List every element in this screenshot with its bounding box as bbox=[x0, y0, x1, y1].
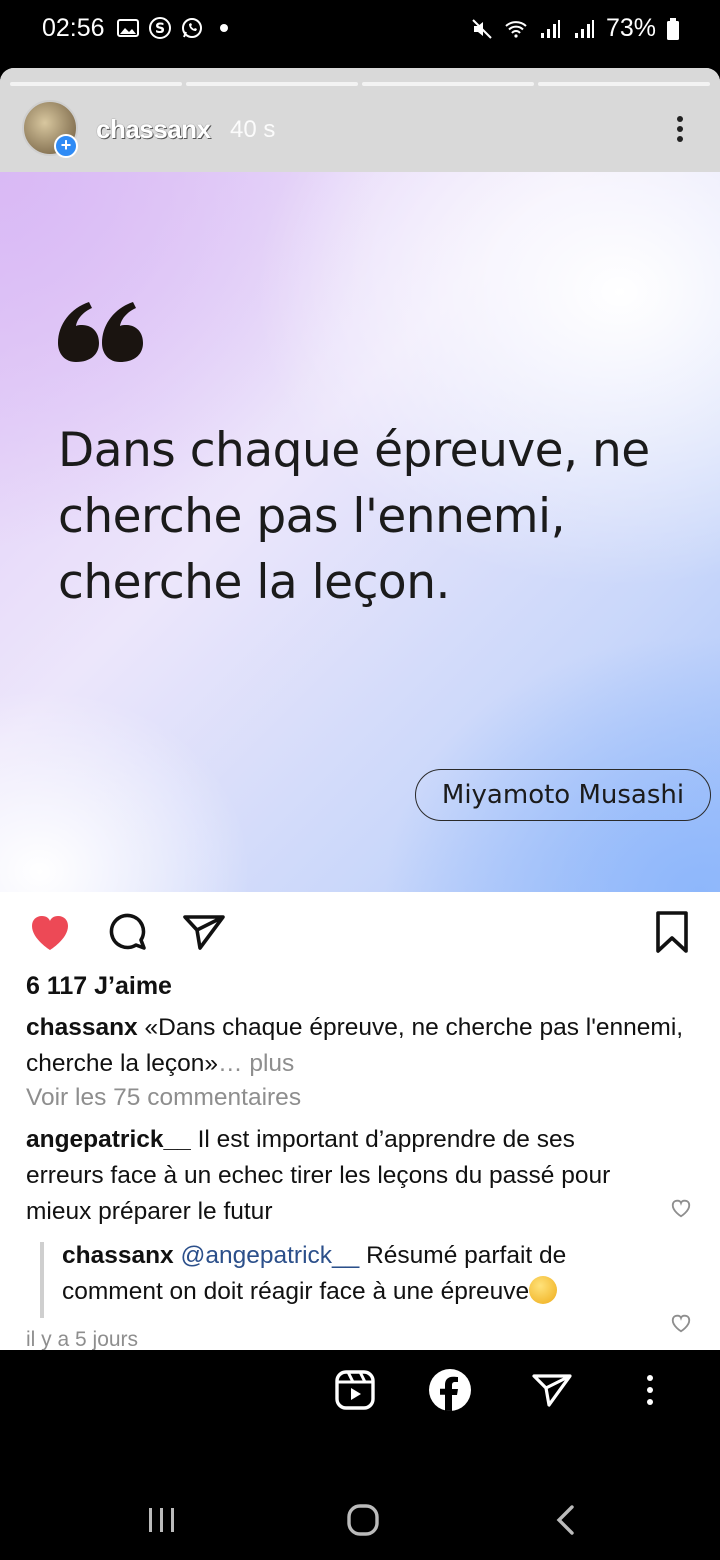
quote-author: Miyamoto Musashi bbox=[415, 769, 711, 821]
more-options-icon[interactable] bbox=[670, 114, 690, 144]
facebook-icon[interactable] bbox=[428, 1368, 472, 1412]
gallery-icon bbox=[117, 19, 139, 37]
progress-segment bbox=[362, 82, 534, 86]
quote-mark-icon bbox=[58, 302, 143, 362]
post-image[interactable]: Dans chaque épreuve, ne cherche pas l'en… bbox=[0, 172, 720, 892]
post-actions bbox=[0, 908, 720, 958]
quote-text: Dans chaque épreuve, ne cherche pas l'en… bbox=[58, 423, 650, 610]
post-details: 6 117 J’aime chassanx «Dans chaque épreu… bbox=[0, 892, 720, 1350]
post-caption[interactable]: chassanx «Dans chaque épreuve, ne cherch… bbox=[26, 1010, 706, 1082]
system-icons: 73% bbox=[470, 14, 680, 43]
comment-icon[interactable] bbox=[104, 908, 152, 956]
caption-username[interactable]: chassanx bbox=[26, 1014, 138, 1041]
add-story-icon[interactable]: + bbox=[54, 134, 78, 158]
mute-icon bbox=[472, 18, 492, 39]
comment-username[interactable]: angepatrick__ bbox=[26, 1126, 191, 1153]
story-username[interactable]: chassanx bbox=[96, 114, 211, 145]
status-time: 02:56 bbox=[42, 14, 105, 42]
comment-item: angepatrick__ Il est important d’apprend… bbox=[26, 1122, 656, 1230]
progress-segment bbox=[538, 82, 710, 86]
signal-icon bbox=[574, 19, 594, 38]
like-heart-icon[interactable] bbox=[26, 908, 74, 956]
back-icon[interactable] bbox=[548, 1502, 584, 1538]
system-nav-bar bbox=[0, 1480, 720, 1560]
reply-username[interactable]: chassanx bbox=[62, 1242, 174, 1269]
signal-icon bbox=[540, 19, 560, 38]
status-bar: 02:56 S 73% bbox=[0, 0, 720, 58]
comment-timestamp: il y a 5 jours bbox=[26, 1328, 139, 1350]
reply-thread-line bbox=[40, 1242, 44, 1318]
notification-icons: S bbox=[116, 16, 228, 40]
more-vertical-icon[interactable] bbox=[628, 1368, 672, 1412]
reels-icon[interactable] bbox=[333, 1368, 377, 1412]
story-header: + chassanx 40 s bbox=[0, 68, 720, 172]
reply-like-icon[interactable] bbox=[670, 1312, 692, 1334]
like-count[interactable]: 6 117 J’aime bbox=[26, 972, 172, 1001]
share-bar bbox=[0, 1350, 720, 1430]
relieved-face-emoji-icon bbox=[529, 1276, 558, 1304]
share-icon[interactable] bbox=[180, 908, 228, 956]
whatsapp-icon bbox=[182, 18, 202, 38]
comment-like-icon[interactable] bbox=[670, 1197, 692, 1219]
svg-text:S: S bbox=[155, 21, 165, 37]
story-viewer[interactable]: + chassanx 40 s Dans chaque épreuve, ne … bbox=[0, 68, 720, 1350]
view-all-comments-link[interactable]: Voir les 75 commentaires bbox=[26, 1084, 301, 1112]
battery-icon bbox=[667, 17, 679, 40]
progress-segment bbox=[10, 82, 182, 86]
bookmark-icon[interactable] bbox=[648, 908, 696, 956]
story-progress bbox=[10, 82, 710, 86]
reply-item: chassanx @angepatrick__ Résumé parfait d… bbox=[62, 1238, 652, 1310]
reply-mention[interactable]: @angepatrick__ bbox=[181, 1242, 360, 1269]
send-icon[interactable] bbox=[530, 1368, 574, 1412]
more-notifications-dot bbox=[220, 24, 228, 32]
home-icon[interactable] bbox=[345, 1502, 381, 1538]
caption-more-link[interactable]: … plus bbox=[218, 1050, 294, 1077]
wifi-icon bbox=[505, 20, 527, 38]
battery-percent: 73% bbox=[605, 14, 656, 42]
progress-segment bbox=[186, 82, 358, 86]
story-elapsed: 40 s bbox=[230, 116, 276, 143]
s-app-icon: S bbox=[149, 17, 171, 39]
recent-apps-icon[interactable] bbox=[144, 1502, 180, 1538]
